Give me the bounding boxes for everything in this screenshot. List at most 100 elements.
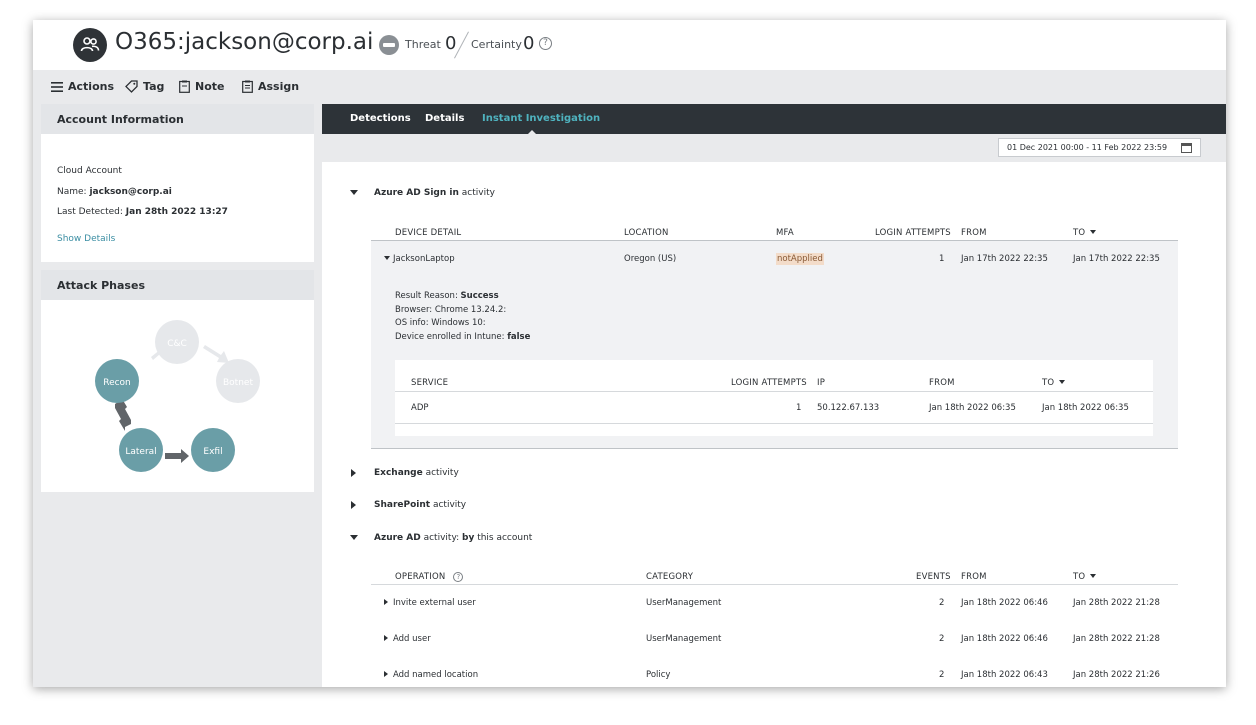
show-details-link[interactable]: Show Details xyxy=(57,234,115,244)
certainty-score: 0 xyxy=(523,33,535,54)
recon-label: Recon xyxy=(103,378,131,388)
operation-value: Add user xyxy=(393,634,431,644)
caret-right-icon xyxy=(384,599,388,605)
operation-value: Add named location xyxy=(393,670,479,680)
tab-detections[interactable]: Detections xyxy=(350,113,411,124)
tab-instant-investigation[interactable]: Instant Investigation xyxy=(482,113,600,124)
caret-down-icon xyxy=(350,190,358,195)
attack-phases-panel: Attack Phases C&C Botnet Recon Lateral E… xyxy=(41,270,314,492)
service-to-cell: Jan 18th 2022 06:35 xyxy=(1042,403,1129,413)
calendar-icon[interactable] xyxy=(1181,143,1192,153)
caret-right-icon xyxy=(384,635,388,641)
sort-desc-icon xyxy=(1059,380,1066,384)
col-service-to-label: TO xyxy=(1042,378,1055,388)
events-cell: 2 xyxy=(939,634,945,644)
caret-down-icon xyxy=(350,535,358,540)
col-ip[interactable]: IP xyxy=(817,378,825,388)
col-service[interactable]: SERVICE xyxy=(411,378,448,388)
table-row-sign-in[interactable] xyxy=(371,241,1178,276)
events-cell: 2 xyxy=(939,598,945,608)
sign-in-detail-panel: Result Reason: Success Browser: Chrome 1… xyxy=(371,276,1178,448)
aad-header-divider xyxy=(371,584,1178,585)
assign-button[interactable]: Assign xyxy=(242,80,299,93)
login-attempts-cell: 1 xyxy=(939,254,945,264)
col-operation-label: OPERATION xyxy=(395,572,446,582)
arrow-lateral-to-exfil xyxy=(165,449,189,463)
arrow-cc-to-botnet xyxy=(203,345,229,363)
account-information-heading: Account Information xyxy=(41,104,314,134)
tab-details[interactable]: Details xyxy=(425,113,464,124)
device-value: JacksonLaptop xyxy=(393,254,455,264)
from-cell: Jan 18th 2022 06:46 xyxy=(961,634,1048,644)
account-header: O365:jackson@corp.ai Threat 0 Certainty … xyxy=(33,20,1226,70)
service-header-divider xyxy=(395,391,1153,392)
col-service-login-attempts[interactable]: LOGIN ATTEMPTS xyxy=(731,378,807,388)
col-events[interactable]: EVENTS xyxy=(916,572,951,582)
category-cell: UserManagement xyxy=(646,634,722,644)
device-cell[interactable]: JacksonLaptop xyxy=(384,254,455,264)
col-service-to[interactable]: TO xyxy=(1042,378,1066,388)
sharepoint-title: SharePoint xyxy=(374,500,431,510)
azure-ad-sign-in-section-toggle[interactable]: Azure AD Sign in activity xyxy=(350,188,495,198)
sort-desc-icon xyxy=(1090,230,1097,234)
section-suffix: activity xyxy=(458,188,495,198)
col-to[interactable]: TO xyxy=(1073,228,1097,238)
app-window: O365:jackson@corp.ai Threat 0 Certainty … xyxy=(33,20,1226,687)
col-to-label: TO xyxy=(1073,228,1086,238)
actions-button[interactable]: Actions xyxy=(51,80,114,93)
operation-cell[interactable]: Add named location xyxy=(384,670,478,680)
attack-phases-diagram: C&C Botnet Recon Lateral Exfil xyxy=(95,320,260,472)
cc-label: C&C xyxy=(167,339,187,349)
result-reason: Result Reason: Success xyxy=(395,291,499,301)
lateral-label: Lateral xyxy=(125,447,156,457)
note-icon xyxy=(179,80,190,93)
menu-icon xyxy=(51,81,63,92)
col-device-detail[interactable]: DEVICE DETAIL xyxy=(395,228,461,238)
col-category[interactable]: CATEGORY xyxy=(646,572,693,582)
threat-score: 0 xyxy=(445,33,457,54)
service-cell: ADP xyxy=(411,403,429,413)
help-icon[interactable]: ? xyxy=(453,572,464,582)
tag-button[interactable]: Tag xyxy=(125,80,164,93)
azure-ad-suffix: this account xyxy=(474,533,533,543)
clipboard-icon xyxy=(242,80,253,93)
to-cell: Jan 28th 2022 21:28 xyxy=(1073,598,1160,608)
col-from[interactable]: FROM xyxy=(961,228,987,238)
location-cell: Oregon (US) xyxy=(624,254,677,264)
help-icon[interactable]: ? xyxy=(539,37,552,50)
caret-right-icon xyxy=(351,469,356,477)
assign-label: Assign xyxy=(258,80,300,93)
os-info: OS info: Windows 10: xyxy=(395,318,486,328)
events-cell: 2 xyxy=(939,670,945,680)
caret-right-icon xyxy=(384,671,388,677)
from-cell: Jan 18th 2022 06:46 xyxy=(961,598,1048,608)
section-title: Azure AD Sign in xyxy=(374,188,459,198)
exchange-section-toggle[interactable]: Exchange activity xyxy=(350,468,459,478)
certainty-label: Certainty xyxy=(471,38,522,51)
users-icon xyxy=(80,37,100,52)
operation-cell[interactable]: Add user xyxy=(384,634,431,644)
instant-investigation-content: Azure AD Sign in activity DEVICE DETAIL … xyxy=(322,162,1226,687)
sign-in-bottom-divider xyxy=(371,448,1178,449)
col-aad-to[interactable]: TO xyxy=(1073,572,1097,582)
note-button[interactable]: Note xyxy=(179,80,224,93)
col-operation[interactable]: OPERATION? xyxy=(395,572,464,582)
col-login-attempts[interactable]: LOGIN ATTEMPTS xyxy=(875,228,951,238)
tag-label: Tag xyxy=(143,80,165,93)
sharepoint-section-toggle[interactable]: SharePoint activity xyxy=(350,500,466,510)
col-location[interactable]: LOCATION xyxy=(624,228,669,238)
col-mfa[interactable]: MFA xyxy=(776,228,794,238)
service-table: SERVICE LOGIN ATTEMPTS IP FROM TO ADP 1 … xyxy=(395,360,1153,436)
col-service-from[interactable]: FROM xyxy=(929,378,955,388)
azure-ad-activity-section-toggle[interactable]: Azure AD activity: by this account xyxy=(350,533,532,543)
account-avatar xyxy=(73,28,107,62)
date-filter-bar: 01 Dec 2021 00:00 - 11 Feb 2022 23:59 xyxy=(322,134,1226,162)
threat-label: Threat xyxy=(405,38,441,51)
operation-cell[interactable]: Invite external user xyxy=(384,598,476,608)
mfa-cell: notApplied xyxy=(776,253,824,265)
account-name: Name: jackson@corp.ai xyxy=(57,187,172,197)
date-range-picker[interactable]: 01 Dec 2021 00:00 - 11 Feb 2022 23:59 xyxy=(998,138,1201,157)
from-cell: Jan 17th 2022 22:35 xyxy=(961,254,1048,264)
col-aad-from[interactable]: FROM xyxy=(961,572,987,582)
azure-ad-mid: activity: xyxy=(420,533,463,543)
